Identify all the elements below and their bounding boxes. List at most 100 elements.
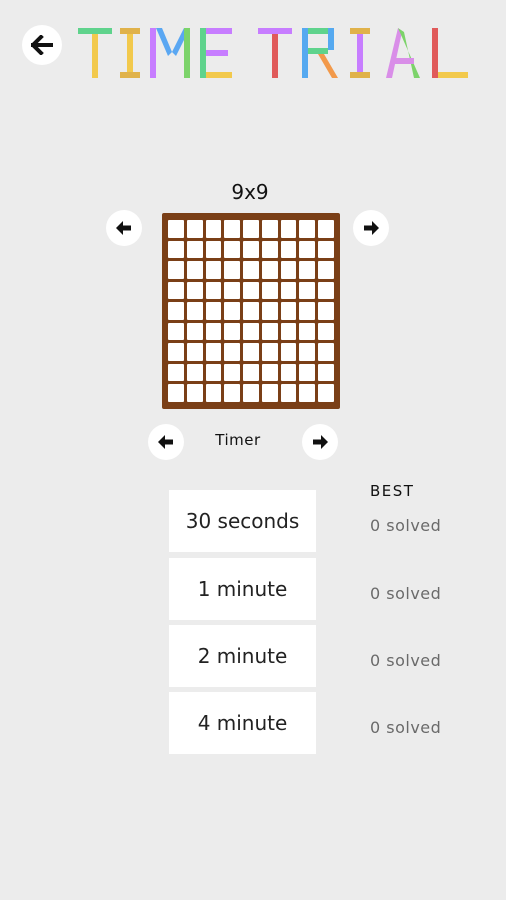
board-cell (261, 343, 278, 361)
board-cell (299, 281, 316, 300)
arrow-right-icon (313, 435, 328, 449)
board-cell (186, 343, 203, 361)
board-cell (318, 363, 334, 382)
board-cell (205, 322, 222, 341)
board-cell (205, 281, 222, 300)
board-cell (261, 281, 278, 300)
board-cell (261, 384, 278, 402)
board-cell (299, 261, 316, 279)
timer-prev-button[interactable] (148, 424, 184, 460)
board-cell (205, 363, 222, 382)
board-cell (224, 343, 241, 361)
board-cell (205, 384, 222, 402)
arrow-left-icon (158, 435, 173, 449)
board-cell (280, 363, 297, 382)
board-cell (243, 220, 259, 238)
best-score-1-minute: 0 solved (370, 584, 442, 603)
page-title (74, 22, 474, 82)
board-cell (224, 384, 241, 402)
board-cell (205, 302, 222, 320)
board-cell (280, 384, 297, 402)
board-size-label: 9x9 (231, 180, 269, 204)
board-cell (205, 240, 222, 259)
back-button[interactable] (22, 25, 62, 65)
board-cell (280, 343, 297, 361)
board-cell (224, 220, 241, 238)
best-score-30-seconds: 0 solved (370, 516, 442, 535)
board-cell (299, 322, 316, 341)
arrow-left-icon (116, 221, 131, 235)
board-next-button[interactable] (353, 210, 389, 246)
option-30-seconds-button[interactable]: 30 seconds (169, 490, 316, 552)
board-cell (280, 261, 297, 279)
board-cell (280, 322, 297, 341)
board-cell (261, 322, 278, 341)
arrow-left-icon (31, 35, 53, 55)
board-cell (299, 384, 316, 402)
board-cell (261, 302, 278, 320)
board-cell (299, 343, 316, 361)
board-cell (299, 240, 316, 259)
board-cell (186, 384, 203, 402)
board-cell (205, 261, 222, 279)
board-cell (318, 343, 334, 361)
board-cell (280, 281, 297, 300)
board-cell (186, 261, 203, 279)
board-cell (168, 281, 184, 300)
board-preview (162, 213, 340, 409)
board-cell (186, 281, 203, 300)
board-cell (168, 343, 184, 361)
board-cell (243, 240, 259, 259)
board-cell (280, 240, 297, 259)
board-cell (243, 322, 259, 341)
board-cell (168, 363, 184, 382)
board-cell (243, 281, 259, 300)
board-cell (243, 384, 259, 402)
board-cell (299, 302, 316, 320)
option-1-minute-button[interactable]: 1 minute (169, 558, 316, 620)
board-cell (318, 261, 334, 279)
board-cell (318, 302, 334, 320)
board-cell (186, 363, 203, 382)
board-cell (168, 384, 184, 402)
best-score-2-minute: 0 solved (370, 651, 442, 670)
title-logo (78, 28, 468, 78)
board-cell (318, 220, 334, 238)
board-cell (318, 322, 334, 341)
board-prev-button[interactable] (106, 210, 142, 246)
board-cell (243, 302, 259, 320)
timer-next-button[interactable] (302, 424, 338, 460)
board-cell (299, 220, 316, 238)
board-cell (224, 261, 241, 279)
board-cell (261, 220, 278, 238)
board-cell (168, 322, 184, 341)
board-cell (168, 220, 184, 238)
board-cell (243, 343, 259, 361)
board-cell (318, 240, 334, 259)
board-cell (280, 220, 297, 238)
board-cell (224, 281, 241, 300)
board-cell (186, 322, 203, 341)
board-cell (318, 281, 334, 300)
board-cell (205, 220, 222, 238)
board-cell (168, 302, 184, 320)
best-header: BEST (370, 482, 415, 500)
board-cell (243, 261, 259, 279)
option-2-minute-button[interactable]: 2 minute (169, 625, 316, 687)
board-cell (224, 240, 241, 259)
timer-label: Timer (215, 431, 261, 449)
board-cell (261, 240, 278, 259)
board-cell (224, 363, 241, 382)
board-cell (280, 302, 297, 320)
arrow-right-icon (364, 221, 379, 235)
board-cell (205, 343, 222, 361)
board-cell (261, 363, 278, 382)
board-cell (318, 384, 334, 402)
best-score-4-minute: 0 solved (370, 718, 442, 737)
option-4-minute-button[interactable]: 4 minute (169, 692, 316, 754)
board-cell (186, 240, 203, 259)
board-cell (224, 322, 241, 341)
board-cell (186, 302, 203, 320)
board-cell (261, 261, 278, 279)
board-cell (168, 261, 184, 279)
